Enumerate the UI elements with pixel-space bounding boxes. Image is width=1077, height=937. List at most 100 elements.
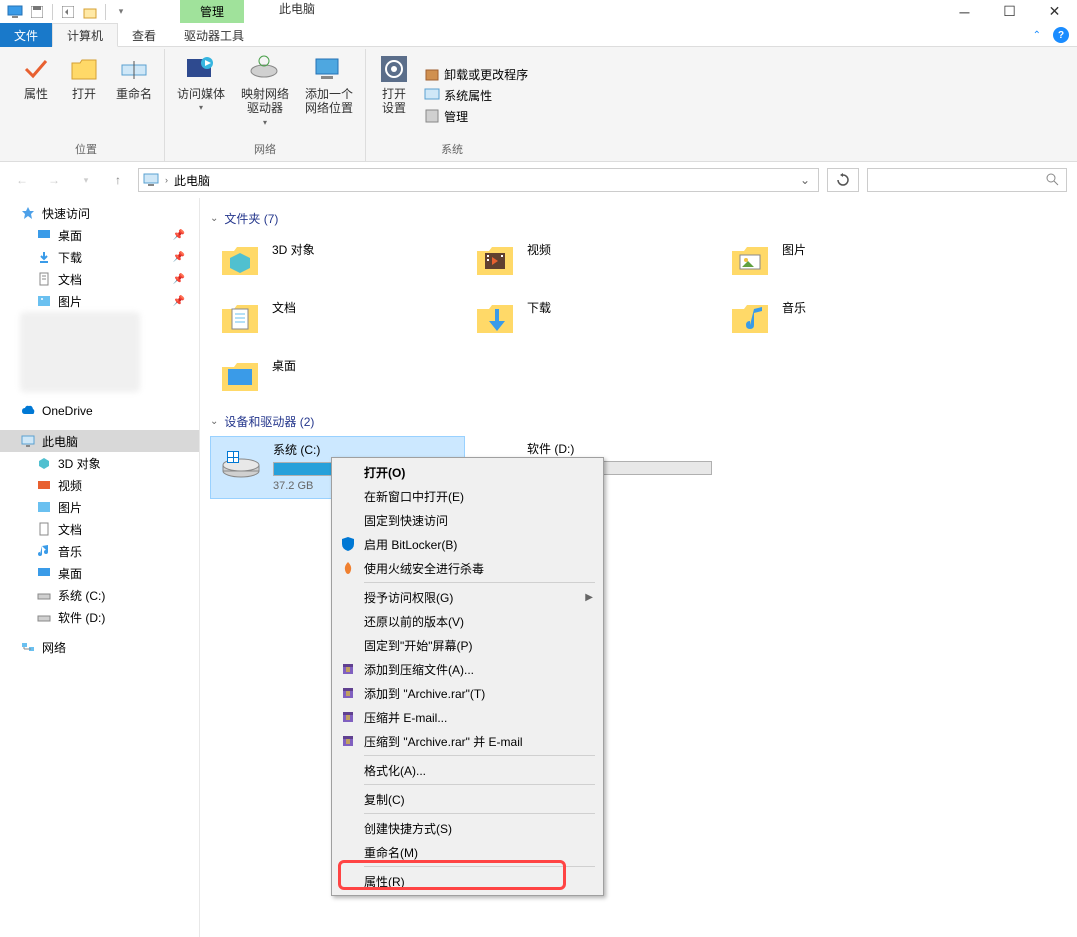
drive-tools-menu[interactable]: 驱动器工具 bbox=[170, 23, 258, 47]
folder-pictures[interactable]: 图片 bbox=[720, 233, 975, 291]
separator bbox=[364, 755, 595, 756]
folder-videos[interactable]: 视频 bbox=[465, 233, 720, 291]
context-pin-start[interactable]: 固定到"开始"屏幕(P) bbox=[334, 633, 601, 657]
sidebar-this-pc[interactable]: 此电脑 bbox=[0, 430, 199, 452]
document-icon bbox=[36, 271, 52, 287]
drive-icon bbox=[36, 587, 52, 603]
sidebar-documents2[interactable]: 文档 bbox=[0, 518, 199, 540]
folder-icon bbox=[728, 295, 772, 339]
folder-downloads[interactable]: 下载 bbox=[465, 291, 720, 349]
folder-qat-icon[interactable] bbox=[81, 3, 99, 21]
chevron-down-icon: ⌄ bbox=[210, 416, 218, 427]
rename-button[interactable]: 重命名 bbox=[110, 51, 158, 139]
address-input[interactable]: › 此电脑 ⌄ bbox=[138, 168, 819, 192]
access-media-button[interactable]: 访问媒体 ▾ bbox=[171, 51, 231, 139]
dropdown-icon[interactable]: ▾ bbox=[112, 3, 130, 21]
back-button[interactable]: ← bbox=[10, 168, 34, 192]
folder-documents[interactable]: 文档 bbox=[210, 291, 465, 349]
open-button[interactable]: 打开 bbox=[62, 51, 106, 139]
archive-icon bbox=[338, 707, 358, 727]
context-pin-quick[interactable]: 固定到快速访问 bbox=[334, 508, 601, 532]
folder-3d-objects[interactable]: 3D 对象 bbox=[210, 233, 465, 291]
monitor-icon bbox=[424, 87, 440, 103]
sidebar-system-c[interactable]: 系统 (C:) bbox=[0, 584, 199, 606]
sidebar-music[interactable]: 音乐 bbox=[0, 540, 199, 562]
map-network-button[interactable]: 映射网络 驱动器 ▾ bbox=[235, 51, 295, 139]
add-network-icon bbox=[313, 53, 345, 85]
address-expand[interactable]: ⌄ bbox=[796, 173, 814, 187]
context-compress-email[interactable]: 压缩并 E-mail... bbox=[334, 705, 601, 729]
window-controls: ─ ☐ ✕ bbox=[942, 0, 1077, 23]
folder-desktop[interactable]: 桌面 bbox=[210, 349, 465, 407]
view-menu[interactable]: 查看 bbox=[118, 23, 170, 47]
desktop-icon bbox=[36, 565, 52, 581]
shield-icon bbox=[338, 534, 358, 554]
computer-icon[interactable] bbox=[6, 3, 24, 21]
sidebar-desktop2[interactable]: 桌面 bbox=[0, 562, 199, 584]
context-copy[interactable]: 复制(C) bbox=[334, 787, 601, 811]
maximize-button[interactable]: ☐ bbox=[987, 0, 1032, 23]
minimize-button[interactable]: ─ bbox=[942, 0, 987, 23]
refresh-button[interactable] bbox=[827, 168, 859, 192]
folder-icon bbox=[728, 237, 772, 281]
context-add-archive[interactable]: 添加到压缩文件(A)... bbox=[334, 657, 601, 681]
forward-button[interactable]: → bbox=[42, 168, 66, 192]
folders-section-header[interactable]: ⌄ 文件夹 (7) bbox=[210, 204, 1067, 233]
pictures-icon bbox=[36, 293, 52, 309]
sidebar-videos[interactable]: 视频 bbox=[0, 474, 199, 496]
star-icon bbox=[20, 205, 36, 221]
ribbon: 属性 打开 重命名 位置 访问媒体 ▾ 映射网络 驱动器 ▾ bbox=[0, 47, 1077, 162]
sidebar-network[interactable]: 网络 bbox=[0, 636, 199, 658]
uninstall-button[interactable]: 卸载或更改程序 bbox=[420, 65, 532, 84]
download-icon bbox=[36, 249, 52, 265]
context-compress-rar-email[interactable]: 压缩到 "Archive.rar" 并 E-mail bbox=[334, 729, 601, 753]
breadcrumb[interactable]: 此电脑 bbox=[174, 172, 210, 189]
cube-icon bbox=[36, 455, 52, 471]
drive-icon bbox=[36, 609, 52, 625]
context-properties[interactable]: 属性(R) bbox=[334, 869, 601, 893]
sidebar-quick-access[interactable]: 快速访问 bbox=[0, 202, 199, 224]
search-input[interactable] bbox=[867, 168, 1067, 192]
save-icon[interactable] bbox=[28, 3, 46, 21]
up-button[interactable]: ↑ bbox=[106, 168, 130, 192]
sidebar-desktop[interactable]: 桌面📌 bbox=[0, 224, 199, 246]
open-settings-button[interactable]: 打开 设置 bbox=[372, 51, 416, 139]
add-network-button[interactable]: 添加一个 网络位置 bbox=[299, 51, 359, 139]
computer-menu[interactable]: 计算机 bbox=[52, 23, 118, 47]
properties-button[interactable]: 属性 bbox=[14, 51, 58, 139]
context-create-shortcut[interactable]: 创建快捷方式(S) bbox=[334, 816, 601, 840]
drives-section-header[interactable]: ⌄ 设备和驱动器 (2) bbox=[210, 407, 1067, 436]
search-icon bbox=[1046, 173, 1060, 187]
sidebar-software-d[interactable]: 软件 (D:) bbox=[0, 606, 199, 628]
undo-icon[interactable] bbox=[59, 3, 77, 21]
context-restore-prev[interactable]: 还原以前的版本(V) bbox=[334, 609, 601, 633]
context-open[interactable]: 打开(O) bbox=[334, 460, 601, 484]
titlebar: ▾ 管理 此电脑 ─ ☐ ✕ bbox=[0, 0, 1077, 23]
context-format[interactable]: 格式化(A)... bbox=[334, 758, 601, 782]
context-grant-access[interactable]: 授予访问权限(G)▶ bbox=[334, 585, 601, 609]
sidebar-documents[interactable]: 文档📌 bbox=[0, 268, 199, 290]
sidebar-pictures2[interactable]: 图片 bbox=[0, 496, 199, 518]
close-button[interactable]: ✕ bbox=[1032, 0, 1077, 23]
context-huorong[interactable]: 使用火绒安全进行杀毒 bbox=[334, 556, 601, 580]
chevron-down-icon: ⌄ bbox=[210, 213, 218, 224]
file-menu[interactable]: 文件 bbox=[0, 23, 52, 47]
sidebar-onedrive[interactable]: OneDrive bbox=[0, 400, 199, 422]
context-add-archive-rar[interactable]: 添加到 "Archive.rar"(T) bbox=[334, 681, 601, 705]
system-group: 打开 设置 卸载或更改程序 系统属性 管理 系统 bbox=[366, 49, 538, 161]
chevron-right-icon: ▶ bbox=[585, 592, 593, 603]
context-bitlocker[interactable]: 启用 BitLocker(B) bbox=[334, 532, 601, 556]
help-icon[interactable]: ? bbox=[1053, 27, 1069, 43]
history-dropdown[interactable]: ▾ bbox=[74, 168, 98, 192]
manage-button[interactable]: 管理 bbox=[420, 107, 532, 126]
sidebar-downloads[interactable]: 下载📌 bbox=[0, 246, 199, 268]
context-new-window[interactable]: 在新窗口中打开(E) bbox=[334, 484, 601, 508]
ribbon-collapse-icon[interactable]: ⌃ bbox=[1033, 30, 1041, 41]
folders-grid: 3D 对象 视频 图片 文档 下载 音乐 bbox=[210, 233, 1067, 407]
folder-music[interactable]: 音乐 bbox=[720, 291, 975, 349]
sidebar-pictures[interactable]: 图片📌 bbox=[0, 290, 199, 312]
system-properties-button[interactable]: 系统属性 bbox=[420, 86, 532, 105]
context-rename[interactable]: 重命名(M) bbox=[334, 840, 601, 864]
manage-tab[interactable]: 管理 bbox=[180, 0, 244, 23]
sidebar-3d-objects[interactable]: 3D 对象 bbox=[0, 452, 199, 474]
